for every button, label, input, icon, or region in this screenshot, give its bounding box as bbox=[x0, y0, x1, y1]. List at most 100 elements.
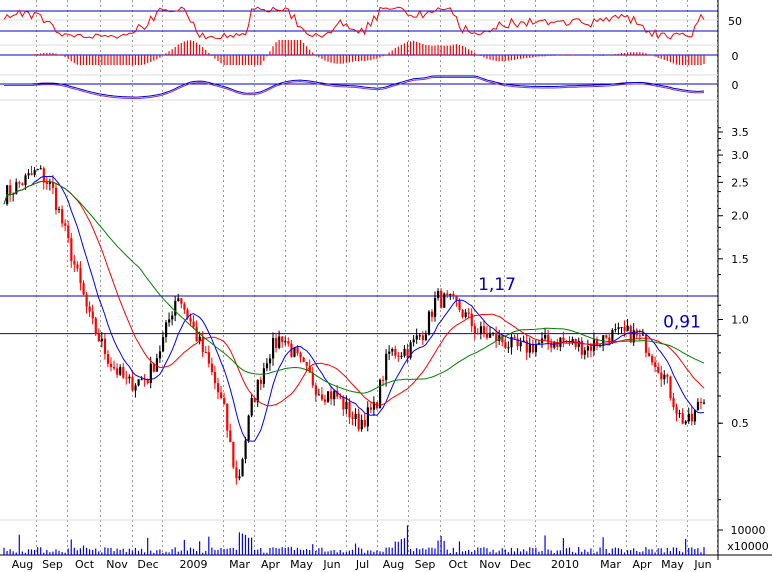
candle-body bbox=[351, 417, 354, 419]
candle-body bbox=[30, 173, 33, 175]
candle-body bbox=[605, 335, 608, 338]
volume-tick-label: 10000 bbox=[731, 524, 766, 537]
rsi-line bbox=[3, 6, 705, 40]
candle-body bbox=[183, 303, 186, 310]
candle-body bbox=[18, 182, 21, 184]
candle-body bbox=[64, 223, 67, 226]
candle-body bbox=[27, 173, 30, 176]
candle-body bbox=[681, 413, 684, 424]
candle-body bbox=[158, 351, 162, 359]
candle-body bbox=[504, 342, 507, 348]
candle-body bbox=[238, 476, 241, 479]
candle-body bbox=[247, 415, 250, 441]
candle-body bbox=[495, 332, 498, 341]
candle-body bbox=[61, 209, 64, 224]
candle-body bbox=[507, 347, 510, 349]
rsi-tick-label: 50 bbox=[728, 15, 742, 28]
candle-body bbox=[489, 333, 492, 338]
candle-body bbox=[320, 394, 324, 400]
candle-body bbox=[296, 347, 299, 354]
candle-body bbox=[666, 374, 669, 377]
candle-body bbox=[103, 338, 107, 355]
x-tick-label: Apr bbox=[632, 558, 652, 571]
candle-body bbox=[388, 351, 391, 354]
candle-body bbox=[528, 343, 531, 353]
moving-average-line bbox=[3, 175, 705, 442]
candle-body bbox=[109, 363, 113, 367]
y-tick-label: 3.5 bbox=[731, 126, 749, 139]
candle-body bbox=[21, 183, 24, 186]
candle-body bbox=[146, 379, 149, 383]
candle-body bbox=[265, 363, 269, 369]
candle-body bbox=[226, 403, 229, 431]
candle-body bbox=[278, 336, 281, 348]
x-tick-label: Nov bbox=[106, 558, 128, 571]
candle-body bbox=[513, 336, 516, 339]
candle-body bbox=[443, 293, 446, 308]
x-tick-label: 2009 bbox=[180, 558, 208, 571]
candle-body bbox=[577, 340, 580, 347]
candle-body bbox=[216, 383, 220, 393]
candle-body bbox=[42, 168, 45, 183]
x-tick-label: Jun bbox=[693, 558, 711, 571]
candle-body bbox=[400, 355, 403, 357]
candle-body bbox=[534, 344, 538, 353]
candle-body bbox=[327, 391, 330, 402]
candle-body bbox=[641, 334, 645, 336]
candle-body bbox=[232, 441, 235, 468]
candle-body bbox=[97, 334, 100, 342]
candle-body bbox=[651, 356, 654, 363]
candle-body bbox=[125, 377, 128, 379]
y-tick-label: 1.5 bbox=[731, 253, 749, 266]
candle-body bbox=[281, 336, 284, 343]
candle-body bbox=[229, 430, 232, 442]
candle-body bbox=[220, 392, 223, 399]
volume-unit-label: x10000 bbox=[727, 540, 769, 553]
candle-body bbox=[204, 352, 207, 354]
candle-body bbox=[644, 334, 648, 353]
candle-body bbox=[678, 413, 681, 415]
candle-body bbox=[119, 367, 122, 375]
candle-body bbox=[657, 366, 660, 373]
annotation-label: 0,91 bbox=[663, 313, 701, 333]
candle-body bbox=[287, 341, 290, 344]
candle-body bbox=[116, 368, 119, 375]
candle-body bbox=[113, 366, 116, 369]
candle-body bbox=[293, 347, 296, 357]
candle-body bbox=[165, 322, 168, 338]
x-tick-label: May bbox=[661, 558, 684, 571]
candle-body bbox=[106, 354, 110, 364]
candle-body bbox=[45, 182, 48, 184]
candle-body bbox=[382, 379, 385, 381]
candle-body bbox=[608, 337, 611, 343]
candle-body bbox=[369, 407, 373, 410]
candle-body bbox=[275, 338, 278, 348]
candle-body bbox=[623, 327, 626, 331]
candle-body bbox=[67, 225, 70, 239]
candle-body bbox=[259, 379, 262, 384]
x-tick-label: Mar bbox=[600, 558, 621, 571]
candle-body bbox=[672, 398, 675, 408]
macd-tick-label: 0 bbox=[732, 50, 739, 63]
candle-body bbox=[424, 334, 428, 341]
x-tick-label: Oct bbox=[448, 558, 468, 571]
candle-body bbox=[455, 295, 458, 301]
candle-body bbox=[210, 363, 214, 373]
x-tick-label: Jun bbox=[322, 558, 340, 571]
candle-body bbox=[391, 348, 394, 352]
candle-body bbox=[180, 298, 183, 304]
candle-body bbox=[449, 294, 452, 296]
candle-body bbox=[348, 401, 351, 418]
candle-body bbox=[363, 419, 366, 427]
candle-body bbox=[339, 396, 342, 398]
candle-body bbox=[473, 326, 476, 334]
candle-body bbox=[378, 379, 382, 409]
candle-body bbox=[550, 342, 553, 348]
candle-body bbox=[195, 327, 198, 342]
candle-body bbox=[354, 413, 357, 419]
candle-body bbox=[647, 352, 651, 357]
candle-body bbox=[446, 293, 449, 296]
candle-body bbox=[314, 385, 317, 395]
candle-body bbox=[470, 313, 473, 327]
candle-body bbox=[317, 394, 321, 396]
